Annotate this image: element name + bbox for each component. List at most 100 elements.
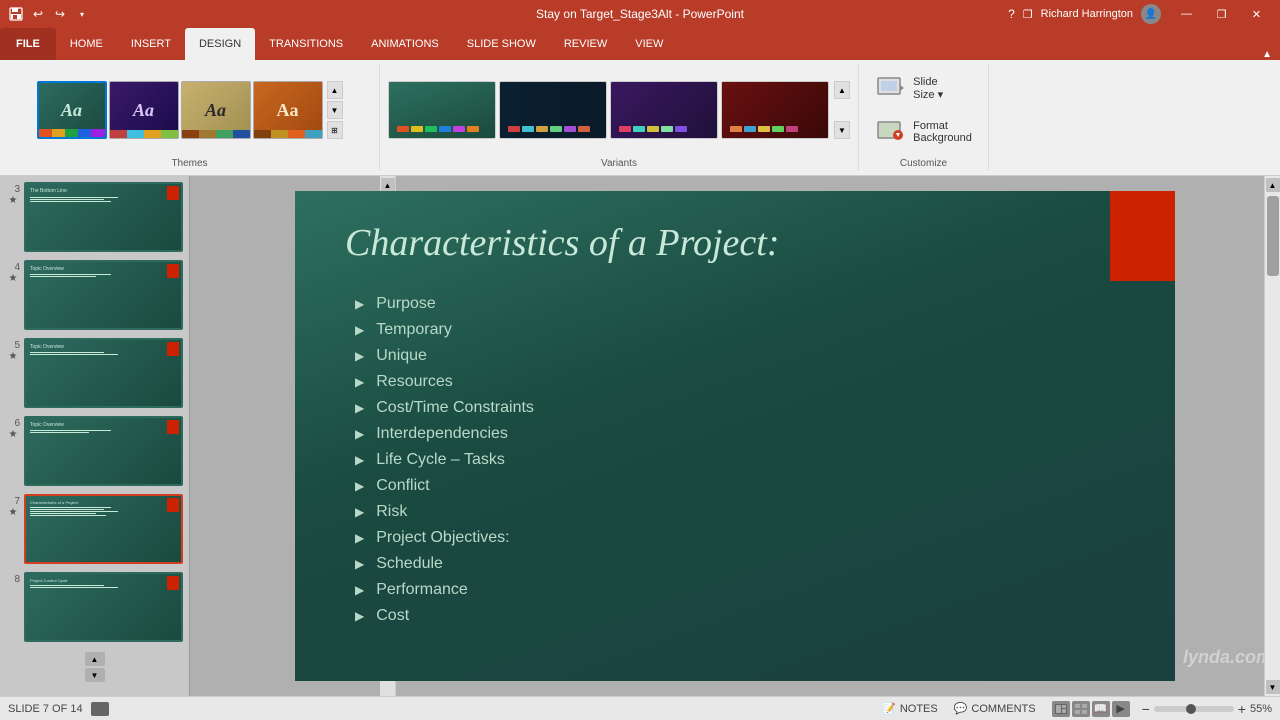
- panel-scroll-down[interactable]: ▼: [85, 668, 105, 682]
- variant-3[interactable]: [610, 81, 718, 139]
- main-slide[interactable]: Characteristics of a Project: ▶ Purpose …: [295, 191, 1175, 681]
- themes-scroll-more[interactable]: ⊞: [327, 121, 343, 139]
- notes-button[interactable]: 📝 NOTES: [878, 701, 942, 716]
- slide-star-7: ★: [9, 507, 18, 518]
- panel-scroll-up[interactable]: ▲: [85, 652, 105, 666]
- themes-scroll-up[interactable]: ▲: [327, 81, 343, 99]
- user-avatar: 👤: [1141, 4, 1161, 24]
- slide-sorter-btn[interactable]: [1072, 701, 1090, 717]
- slide-thumb-8[interactable]: Project Control Cycle: [24, 572, 183, 642]
- minimize-button[interactable]: —: [1169, 3, 1204, 25]
- format-bg-label: Format: [913, 120, 972, 132]
- restore-icon[interactable]: ❐: [1023, 8, 1033, 21]
- slide-thumb-4[interactable]: Topic Overview: [24, 260, 183, 330]
- comments-icon: 💬: [954, 702, 968, 715]
- bullet-text-schedule: Schedule: [376, 555, 443, 573]
- bullet-text-cost: Cost: [376, 607, 409, 625]
- close-button[interactable]: ✕: [1239, 3, 1274, 25]
- comments-label: COMMENTS: [971, 703, 1035, 715]
- slide-notes-toggle[interactable]: [91, 702, 109, 716]
- collapse-ribbon-button[interactable]: ▲: [1262, 49, 1272, 60]
- maximize-button[interactable]: ❐: [1204, 3, 1239, 25]
- normal-view-btn[interactable]: [1052, 701, 1070, 717]
- bullet-arrow-1: ▶: [355, 297, 364, 311]
- bullet-arrow-7: ▶: [355, 453, 364, 467]
- user-name[interactable]: Richard Harrington: [1041, 8, 1133, 20]
- undo-button[interactable]: ↩: [28, 4, 48, 24]
- variant-1[interactable]: [388, 81, 496, 139]
- bullet-risk: ▶ Risk: [355, 503, 1135, 521]
- right-scroll-thumb[interactable]: [1267, 196, 1279, 276]
- tab-transitions[interactable]: TRANSITIONS: [255, 28, 357, 60]
- window-controls: — ❐ ✕: [1169, 3, 1274, 25]
- zoom-out-btn[interactable]: −: [1142, 701, 1150, 717]
- slide-item-6[interactable]: 6 ★ Topic Overview: [4, 414, 185, 488]
- bullet-text-lifecycle: Life Cycle – Tasks: [376, 451, 505, 469]
- tab-home[interactable]: HOME: [56, 28, 117, 60]
- status-bar: SLIDE 7 OF 14 📝 NOTES 💬 COMMENTS 📖 ▶ −: [0, 696, 1280, 720]
- tab-insert[interactable]: INSERT: [117, 28, 185, 60]
- slide-thumb-6[interactable]: Topic Overview: [24, 416, 183, 486]
- bullet-text-interdep: Interdependencies: [376, 425, 508, 443]
- bullet-unique: ▶ Unique: [355, 347, 1135, 365]
- right-scroll-up[interactable]: ▲: [1266, 178, 1280, 192]
- variant-2[interactable]: [499, 81, 607, 139]
- bullet-objectives: ▶ Project Objectives:: [355, 529, 1135, 547]
- save-button[interactable]: [6, 4, 26, 24]
- bullet-purpose: ▶ Purpose: [355, 295, 1135, 313]
- tab-animations[interactable]: ANIMATIONS: [357, 28, 453, 60]
- bullet-interdep: ▶ Interdependencies: [355, 425, 1135, 443]
- red-corner-block: [1110, 191, 1175, 281]
- zoom-in-btn[interactable]: +: [1238, 701, 1246, 717]
- theme-3[interactable]: Aa: [181, 81, 251, 139]
- format-bg-icon: [875, 116, 907, 148]
- slide-thumb-5[interactable]: Topic Overview: [24, 338, 183, 408]
- slide-thumb-7[interactable]: Characteristics of a Project:: [24, 494, 183, 564]
- slide-item-5[interactable]: 5 ★ Topic Overview: [4, 336, 185, 410]
- slide-thumb-3[interactable]: The Bottom Line:: [24, 182, 183, 252]
- bullet-text-unique: Unique: [376, 347, 427, 365]
- variant-4[interactable]: [721, 81, 829, 139]
- theme-4[interactable]: Aa: [253, 81, 323, 139]
- bullet-text-cost-time: Cost/Time Constraints: [376, 399, 534, 417]
- variants-scroll-down[interactable]: ▼: [834, 121, 850, 139]
- reading-view-btn[interactable]: 📖: [1092, 701, 1110, 717]
- bullet-schedule: ▶ Schedule: [355, 555, 1135, 573]
- redo-button[interactable]: ↪: [50, 4, 70, 24]
- tab-file[interactable]: FILE: [0, 28, 56, 60]
- format-background-button[interactable]: Format Background: [867, 112, 980, 152]
- slide-size-button[interactable]: Slide Size ▾: [867, 68, 951, 108]
- scroll-up-btn[interactable]: ▲: [381, 178, 395, 192]
- right-scroll-down[interactable]: ▼: [1266, 680, 1280, 694]
- tab-view[interactable]: VIEW: [621, 28, 677, 60]
- bullet-arrow-5: ▶: [355, 401, 364, 415]
- help-icon[interactable]: ?: [1008, 7, 1015, 21]
- theme-1[interactable]: Aa: [37, 81, 107, 139]
- comments-button[interactable]: 💬 COMMENTS: [950, 701, 1040, 716]
- slide-item-7[interactable]: 7 ★ Characteristics of a Project:: [4, 492, 185, 566]
- slide-item-8[interactable]: 8 ★ Project Control Cycle: [4, 570, 185, 644]
- ribbon-content: Aa Aa: [0, 60, 1280, 176]
- bullet-list: ▶ Purpose ▶ Temporary ▶ Unique ▶ Resourc…: [295, 285, 1175, 635]
- slide-size-icon: [875, 72, 907, 104]
- variants-scroll-up[interactable]: ▲: [834, 81, 850, 99]
- themes-scroll-down[interactable]: ▼: [327, 101, 343, 119]
- slideshow-btn[interactable]: ▶: [1112, 701, 1130, 717]
- themes-scroll: ▲ ▼ ⊞: [327, 81, 343, 139]
- main-area: 3 ★ The Bottom Line: 4 ★: [0, 176, 1280, 696]
- tab-design[interactable]: DESIGN: [185, 28, 255, 60]
- zoom-slider[interactable]: [1154, 706, 1234, 712]
- slide-num-7: 7: [6, 494, 20, 507]
- qat-titlebar: ↩ ↪ ▾ Stay on Target_Stage3Alt - PowerPo…: [0, 0, 1280, 28]
- theme-2[interactable]: Aa: [109, 81, 179, 139]
- qat-dropdown[interactable]: ▾: [72, 4, 92, 24]
- tab-review[interactable]: REVIEW: [550, 28, 621, 60]
- bullet-text-performance: Performance: [376, 581, 468, 599]
- slide-title: Characteristics of a Project:: [295, 191, 1175, 285]
- tab-slideshow[interactable]: SLIDE SHOW: [453, 28, 550, 60]
- slide-item-3[interactable]: 3 ★ The Bottom Line:: [4, 180, 185, 254]
- bullet-arrow-13: ▶: [355, 609, 364, 623]
- zoom-area: − + 55%: [1142, 701, 1272, 717]
- slide-item-4[interactable]: 4 ★ Topic Overview: [4, 258, 185, 332]
- lynda-logo: lynda.com: [1183, 647, 1272, 668]
